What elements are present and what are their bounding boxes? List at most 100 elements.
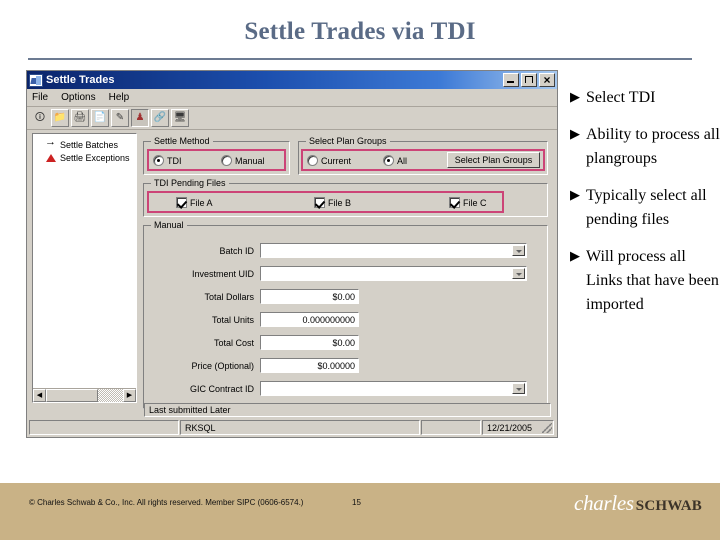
maximize-button[interactable] — [521, 73, 537, 87]
slide-footer: © Charles Schwab & Co., Inc. All rights … — [0, 483, 720, 540]
radio-tdi[interactable]: TDI — [153, 155, 182, 166]
settle-trades-window: Settle Trades File Options Help 🛈 📁 🖨 📄 … — [26, 70, 558, 438]
bullet-text: Select TDI — [586, 89, 656, 106]
edit-pencil-icon[interactable]: ✎ — [111, 109, 129, 127]
scrollbar-thumb[interactable] — [46, 389, 98, 402]
bullet-arrow-icon: ▶ — [570, 126, 580, 141]
menu-item-file[interactable]: File — [32, 92, 48, 103]
minimize-button[interactable] — [503, 73, 519, 87]
select-plan-groups-button[interactable]: Select Plan Groups — [447, 152, 540, 168]
settle-method-group: Settle Method TDI Manual — [143, 136, 290, 175]
toolbar: 🛈 📁 🖨 📄 ✎ ♟ 🔗 🖥 — [27, 107, 557, 130]
window-title: Settle Trades — [46, 74, 115, 86]
warning-triangle-icon — [45, 152, 57, 163]
bullet-arrow-icon: ▶ — [570, 187, 580, 202]
field-batch-id-label: Batch ID — [219, 245, 254, 256]
radio-dot-icon — [383, 155, 394, 166]
manual-group: Manual Batch ID Investment UID Total Dol… — [143, 220, 548, 409]
batch-id-combo[interactable] — [259, 242, 528, 259]
field-gic-contract-id-label: GIC Contract ID — [189, 383, 254, 394]
price-optional-input[interactable]: $0.00000 — [259, 357, 360, 374]
radio-manual-label: Manual — [235, 155, 265, 166]
scroll-left-arrow-icon[interactable]: ◀ — [33, 389, 46, 402]
field-total-dollars-label: Total Dollars — [204, 291, 254, 302]
checkbox-file-a[interactable]: File A — [176, 197, 213, 208]
checkbox-file-c-label: File C — [463, 197, 487, 208]
page-number: 15 — [352, 498, 361, 507]
checkbox-icon — [449, 197, 460, 208]
radio-all-label: All — [397, 155, 408, 166]
field-total-dollars: Total Dollars $0.00 — [154, 288, 539, 305]
scrollbar-track[interactable] — [98, 389, 123, 402]
radio-current[interactable]: Current — [307, 155, 351, 166]
page-title: Settle Trades via TDI — [244, 18, 476, 45]
chevron-down-icon[interactable] — [512, 383, 525, 394]
tree-item-settle-batches[interactable]: Settle Batches — [33, 136, 136, 151]
bullet-text: Ability to process all plangroups — [586, 126, 720, 167]
radio-dot-icon — [221, 155, 232, 166]
field-gic-contract-id: GIC Contract ID — [154, 380, 539, 397]
checkbox-file-c[interactable]: File C — [449, 197, 487, 208]
logo-schwab-text: SCHWAB — [635, 498, 702, 514]
total-cost-input[interactable]: $0.00 — [259, 334, 360, 351]
tdi-pending-files-legend: TDI Pending Files — [151, 178, 229, 188]
menu-item-options[interactable]: Options — [61, 92, 95, 103]
checkbox-file-b-label: File B — [328, 197, 352, 208]
document-icon[interactable]: 📄 — [91, 109, 109, 127]
checkbox-icon — [314, 197, 325, 208]
radio-tdi-label: TDI — [167, 155, 182, 166]
person-icon[interactable]: ♟ — [131, 109, 149, 127]
field-batch-id: Batch ID — [154, 242, 539, 259]
radio-dot-icon — [307, 155, 318, 166]
app-icon — [29, 73, 43, 87]
open-folder-icon[interactable]: 📁 — [51, 109, 69, 127]
field-investment-uid-label: Investment UID — [191, 268, 254, 279]
window-titlebar: Settle Trades — [27, 71, 557, 89]
settle-method-legend: Settle Method — [151, 136, 213, 146]
close-button[interactable] — [539, 73, 555, 87]
checkbox-icon — [176, 197, 187, 208]
bullet-arrow-icon: ▶ — [570, 248, 580, 263]
field-investment-uid: Investment UID — [154, 265, 539, 282]
menu-item-help[interactable]: Help — [109, 92, 130, 103]
radio-dot-icon — [153, 155, 164, 166]
total-dollars-input[interactable]: $0.00 — [259, 288, 360, 305]
total-units-input[interactable]: 0.000000000 — [259, 311, 360, 328]
scroll-right-arrow-icon[interactable]: ▶ — [123, 389, 136, 402]
field-total-units: Total Units 0.000000000 — [154, 311, 539, 328]
field-price-optional: Price (Optional) $0.00000 — [154, 357, 539, 374]
investment-uid-combo[interactable] — [259, 265, 528, 282]
chevron-down-icon[interactable] — [512, 268, 525, 279]
radio-current-label: Current — [321, 155, 352, 166]
link-icon[interactable]: 🔗 — [151, 109, 169, 127]
navigation-tree[interactable]: Settle Batches Settle Exceptions ◀ ▶ — [32, 133, 137, 403]
list-item: ▶ Select TDI — [570, 86, 720, 110]
checkbox-file-b[interactable]: File B — [314, 197, 351, 208]
tree-item-settle-exceptions[interactable]: Settle Exceptions — [33, 151, 136, 164]
radio-all[interactable]: All — [383, 155, 407, 166]
menu-bar: File Options Help — [27, 89, 557, 107]
status-cell-database: RKSQL — [180, 420, 420, 435]
schwab-logo: charles SCHWAB — [574, 491, 702, 516]
radio-manual[interactable]: Manual — [221, 155, 265, 166]
list-item: ▶ Will process all Links that have been … — [570, 245, 720, 317]
bullet-list: ▶ Select TDI ▶ Ability to process all pl… — [570, 86, 720, 330]
screen-icon[interactable]: 🖥 — [171, 109, 189, 127]
tdi-pending-files-group: TDI Pending Files File A File B File C — [143, 178, 548, 217]
field-total-cost-label: Total Cost — [213, 337, 254, 348]
form-panel: Settle Method TDI Manual Select Plan Gro… — [143, 133, 552, 409]
logo-charles-text: charles — [574, 491, 634, 515]
help-pointer-icon[interactable]: 🛈 — [31, 109, 49, 127]
field-total-cost: Total Cost $0.00 — [154, 334, 539, 351]
select-plan-groups-legend: Select Plan Groups — [306, 136, 390, 146]
resize-grip-icon[interactable] — [542, 423, 552, 433]
tree-horizontal-scrollbar[interactable]: ◀ ▶ — [33, 388, 136, 402]
chevron-down-icon[interactable] — [512, 245, 525, 256]
manual-legend: Manual — [151, 220, 187, 230]
select-plan-groups-group: Select Plan Groups Current All Select Pl… — [298, 136, 548, 175]
arrow-icon — [45, 136, 57, 150]
print-icon[interactable]: 🖨 — [71, 109, 89, 127]
gic-contract-id-combo[interactable] — [259, 380, 528, 397]
tree-item-label: Settle Batches — [60, 139, 119, 150]
status-cell-date: 12/21/2005 — [482, 420, 554, 435]
